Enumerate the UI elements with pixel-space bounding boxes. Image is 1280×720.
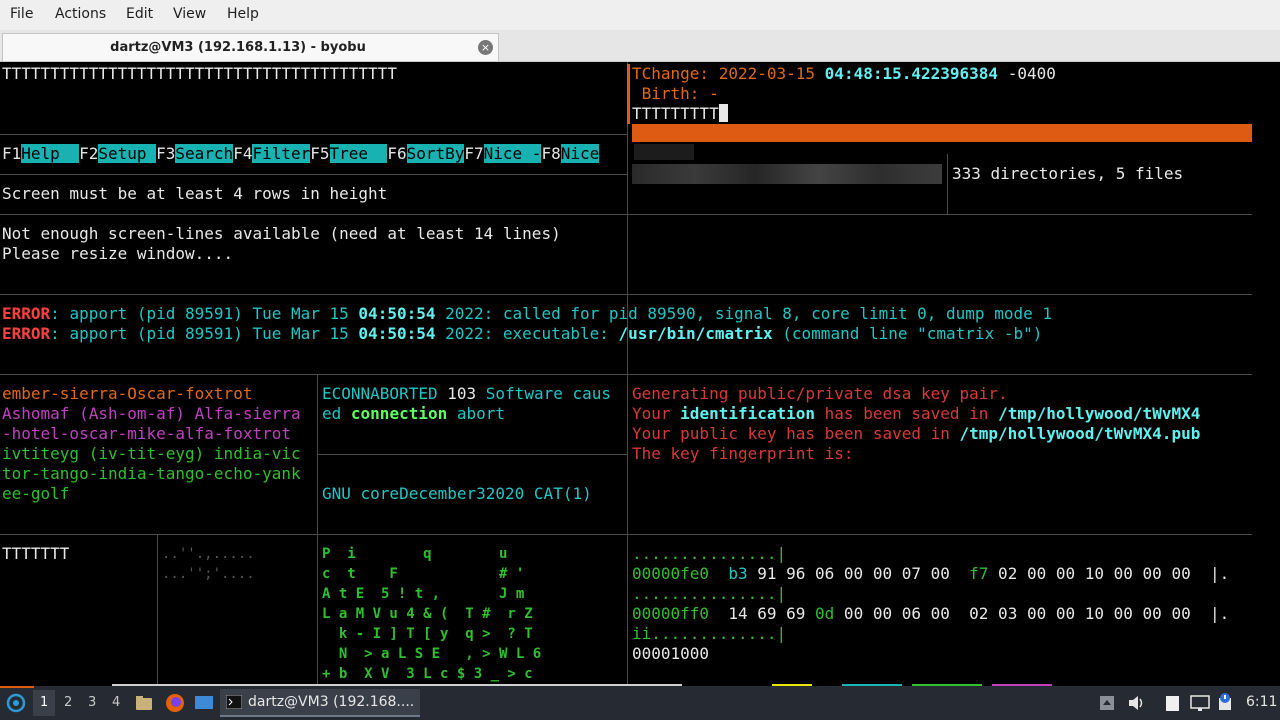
htop-help-key[interactable]: Help: [21, 144, 80, 163]
network-icon[interactable]: [1190, 694, 1210, 712]
pane-divider: [317, 534, 318, 686]
error-line-1: ERROR: apport (pid 89591) Tue Mar 15 04:…: [2, 304, 1052, 323]
pane-divider: [0, 134, 627, 135]
htop-setup-key[interactable]: Setup: [98, 144, 157, 163]
keygen-line: The key fingerprint is:: [632, 444, 854, 463]
terminal-input[interactable]: TTTTTTTTT: [632, 104, 728, 124]
hexdump-line: 00000ff0 14 69 69 0d 00 00 06 00 02 03 0…: [632, 604, 1230, 623]
bottom-left-text: TTTTTTT: [2, 544, 70, 563]
taskbar-task-terminal[interactable]: dartz@VM3 (192.168....: [220, 689, 420, 717]
menubar: File Actions Edit View Help: [0, 0, 1280, 30]
errno-line: ed connection abort: [322, 404, 506, 423]
clock[interactable]: 6:11: [1246, 694, 1277, 710]
menu-file[interactable]: File: [10, 6, 33, 22]
matrix-row: k - I ] T [ y q > ? T: [322, 626, 533, 642]
matrix-row: L a M V u 4 & ( T # r Z: [322, 606, 533, 622]
cmatrix-message-2: Please resize window....: [2, 244, 234, 263]
keygen-line: Your public key has been saved in /tmp/h…: [632, 424, 1201, 443]
terminal-icon: [226, 695, 242, 709]
tray-icon[interactable]: [1099, 695, 1115, 711]
pane-divider: [947, 154, 948, 214]
pane-divider: [0, 374, 1252, 375]
cmatrix-message-1: Not enough screen-lines available (need …: [2, 224, 561, 243]
pane-divider: [0, 174, 627, 175]
matrix-row: N > a L S E , > W L 6: [322, 646, 542, 662]
phonetic-line: ee-golf: [2, 484, 70, 503]
hexdump-line: ...............|: [632, 584, 787, 603]
pane-a-text: TTTTTTTTTTTTTTTTTTTTTTTTTTTTTTTTTTTTTTTT…: [2, 64, 397, 83]
terminal[interactable]: TTTTTTTTTTTTTTTTTTTTTTTTTTTTTTTTTTTTTTTT…: [0, 62, 1280, 686]
taskbar-accent: [0, 686, 34, 688]
htop-sortby-key[interactable]: SortBy: [406, 144, 465, 163]
task-label: dartz@VM3 (192.168....: [248, 694, 415, 710]
htop-filter-key[interactable]: Filter: [252, 144, 311, 163]
menu-edit[interactable]: Edit: [126, 6, 153, 22]
errno-line: ECONNABORTED 103 Software caus: [322, 384, 612, 403]
phonetic-line: ivtiteyg (iv-tit-eyg) india-vic: [2, 444, 301, 463]
matrix-row: + b X V 3 L c $ 3 _ > c: [322, 666, 533, 682]
phonetic-line: -hotel-oscar-mike-alfa-foxtrot: [2, 424, 291, 443]
keygen-line: Generating public/private dsa key pair.: [632, 384, 1008, 403]
dots-line: ..''.,.....: [162, 546, 255, 562]
pane-divider: [157, 534, 158, 686]
workspace-4[interactable]: 4: [112, 695, 120, 710]
phonetic-line: ember-sierra-Oscar-foxtrot: [2, 384, 253, 403]
menu-actions[interactable]: Actions: [55, 6, 106, 22]
firefox-icon[interactable]: [165, 693, 185, 713]
workspace-2[interactable]: 2: [64, 695, 72, 710]
terminal-tab[interactable]: dartz@VM3 (192.168.1.13) - byobu ×: [2, 33, 499, 61]
active-pane-bar: [632, 124, 1252, 142]
clipboard-icon[interactable]: [1164, 694, 1182, 712]
taskbar: 1 2 3 4 dartz@VM3 (192.168.... 6:11: [0, 686, 1280, 720]
hexdump-line: 00000fe0 b3 91 96 06 00 00 07 00 f7 02 0…: [632, 564, 1230, 583]
blurred-text: [634, 144, 694, 160]
pane-divider: [0, 534, 1252, 535]
workspace-1[interactable]: 1: [40, 695, 48, 710]
dots-line: ...'';'....: [162, 566, 255, 582]
phonetic-line: tor-tango-india-tango-echo-yank: [2, 464, 301, 483]
volume-icon[interactable]: [1128, 695, 1146, 711]
update-notifier-icon[interactable]: [1216, 692, 1234, 712]
blurred-text: [632, 164, 942, 184]
pane-divider: [317, 454, 627, 455]
error-line-2: ERROR: apport (pid 89591) Tue Mar 15 04:…: [2, 324, 1043, 343]
pane-divider: [0, 214, 1252, 215]
htop-nice-plus-key[interactable]: Nice: [560, 144, 600, 163]
menu-view[interactable]: View: [173, 6, 206, 22]
stat-change-line: TChange: 2022-03-15 04:48:15.422396384 -…: [632, 64, 1056, 83]
phonetic-line: Ashomaf (Ash-om-af) Alfa-sierra: [2, 404, 301, 423]
htop-search-key[interactable]: Search: [175, 144, 234, 163]
man-footer: GNU coreDecember32020 CAT(1): [322, 484, 592, 503]
hexdump-line: ii.............|: [632, 624, 787, 643]
htop-function-keys: F1Help F2Setup F3SearchF4FilterF5Tree F6…: [2, 144, 600, 163]
tab-title: dartz@VM3 (192.168.1.13) - byobu: [110, 40, 366, 55]
matrix-row: P i q u: [322, 546, 508, 562]
htop-message: Screen must be at least 4 rows in height: [2, 184, 388, 203]
workspace-3[interactable]: 3: [88, 695, 96, 710]
htop-nice-minus-key[interactable]: Nice -: [483, 144, 542, 163]
start-menu-icon[interactable]: [6, 693, 26, 713]
htop-tree-key[interactable]: Tree: [329, 144, 388, 163]
tab-bar: dartz@VM3 (192.168.1.13) - byobu ×: [0, 30, 1280, 62]
hexdump-line: 00001000: [632, 644, 710, 663]
tree-summary: 333 directories, 5 files: [952, 164, 1184, 183]
matrix-row: c t F # ': [322, 566, 525, 582]
hexdump-line: ...............|: [632, 544, 787, 563]
pane-divider: [0, 294, 1252, 295]
matrix-row: A t E 5 ! t , J m: [322, 586, 525, 602]
keygen-line: Your identification has been saved in /t…: [632, 404, 1201, 423]
desktop-icon[interactable]: [194, 694, 214, 712]
file-manager-icon[interactable]: [135, 694, 153, 712]
active-pane-marker: [627, 64, 630, 124]
stat-birth-line: Birth: -: [632, 84, 719, 103]
close-icon[interactable]: ×: [478, 40, 493, 55]
menu-help[interactable]: Help: [227, 6, 259, 22]
